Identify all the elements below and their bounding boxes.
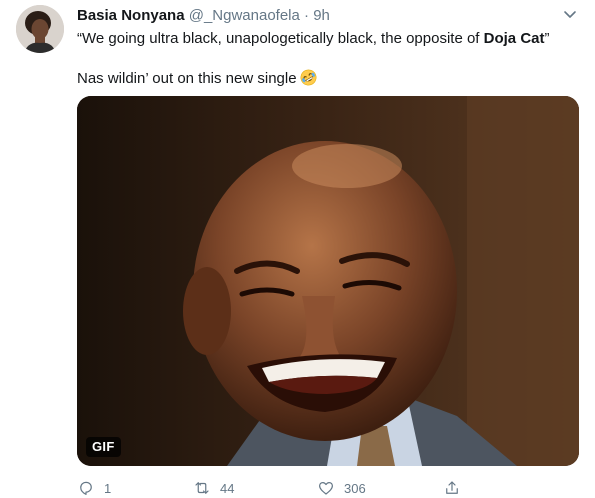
tweet-text-quote-end: ” xyxy=(544,30,550,47)
heart-icon xyxy=(319,482,333,495)
retweet-button[interactable]: 44 xyxy=(193,478,234,498)
rolling-on-floor-laughing-icon xyxy=(300,69,316,86)
tweet-text-caption: Nas wildin’ out on this new single xyxy=(77,70,297,87)
retweet-count: 44 xyxy=(220,480,235,496)
gif-badge: GIF xyxy=(86,437,121,457)
reply-button[interactable]: 1 xyxy=(77,478,111,498)
like-button[interactable]: 306 xyxy=(317,478,366,498)
reply-count: 1 xyxy=(104,480,112,496)
tweet-header: Basia Nonyana @_Ngwanaofela · 9h xyxy=(77,6,555,26)
tweet-text-quote: “We going ultra black, unapologetically … xyxy=(77,30,484,47)
gif-frame xyxy=(77,96,579,466)
tweet-text-line1: “We going ultra black, unapologetically … xyxy=(77,29,549,49)
avatar[interactable] xyxy=(16,5,64,53)
retweet-icon xyxy=(195,482,209,494)
share-icon xyxy=(446,481,458,494)
share-button[interactable] xyxy=(443,478,470,498)
gif-media[interactable]: GIF xyxy=(77,96,579,466)
chevron-down-icon[interactable] xyxy=(563,10,577,20)
like-count: 306 xyxy=(344,480,366,496)
reply-icon xyxy=(80,481,92,495)
action-bar: 1 44 306 xyxy=(77,478,557,498)
separator-dot: · xyxy=(304,7,310,24)
author-name[interactable]: Basia Nonyana xyxy=(77,7,185,24)
tweet-text-line2: Nas wildin’ out on this new single xyxy=(77,69,317,89)
tweet[interactable]: Basia Nonyana @_Ngwanaofela · 9h “We goi… xyxy=(0,0,595,497)
author-handle[interactable]: @_Ngwanaofela xyxy=(189,7,300,24)
mention-bold: Doja Cat xyxy=(483,30,545,47)
tweet-time[interactable]: 9h xyxy=(313,7,330,24)
